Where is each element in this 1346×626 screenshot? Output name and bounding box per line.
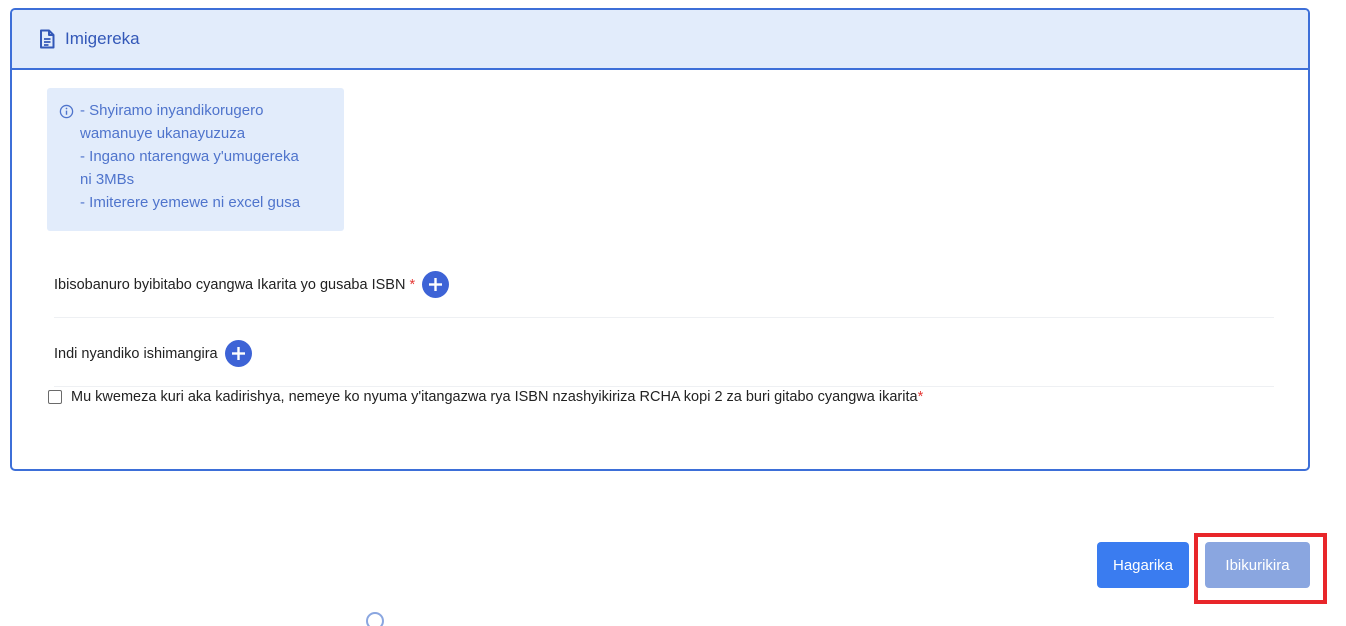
divider xyxy=(54,317,1274,318)
info-line: - Ingano ntarengwa y'umugereka xyxy=(80,148,299,165)
card-title: Imigereka xyxy=(65,29,140,48)
add-isbn-file-button[interactable] xyxy=(422,271,450,298)
info-circle-icon xyxy=(59,103,75,119)
required-mark: * xyxy=(409,276,416,293)
isbn-request-field: Ibisobanuro byibitabo cyangwa Ikarita yo… xyxy=(54,271,450,298)
confirmation-checkbox[interactable] xyxy=(48,390,62,404)
isbn-request-label: Ibisobanuro byibitabo cyangwa Ikarita yo… xyxy=(54,276,406,293)
info-line: wamanuye ukanayuzuza xyxy=(80,125,246,142)
supporting-document-label: Indi nyandiko ishimangira xyxy=(54,345,218,362)
info-box: - Shyiramo inyandikorugero wamanuye ukan… xyxy=(47,88,344,231)
document-icon xyxy=(38,29,56,49)
partial-circle xyxy=(366,612,384,626)
confirmation-row: Mu kwemeza kuri aka kadirishya, nemeye k… xyxy=(48,389,923,405)
card-header: Imigereka xyxy=(12,10,1308,70)
info-line: ni 3MBs xyxy=(80,171,135,188)
plus-icon xyxy=(429,278,443,291)
info-line: - Shyiramo inyandikorugero xyxy=(80,102,264,119)
highlight-box xyxy=(1194,533,1327,604)
add-supporting-document-button[interactable] xyxy=(224,340,252,367)
cancel-button[interactable]: Hagarika xyxy=(1097,542,1189,588)
attachments-card: Imigereka - Shyiramo inyandikorugero wam… xyxy=(10,8,1310,471)
required-mark: * xyxy=(917,389,924,405)
confirmation-label: Mu kwemeza kuri aka kadirishya, nemeye k… xyxy=(71,389,918,405)
plus-icon xyxy=(231,347,245,360)
info-line: - Imiterere yemewe ni excel gusa xyxy=(80,194,301,211)
divider xyxy=(54,386,1274,387)
supporting-document-field: Indi nyandiko ishimangira xyxy=(54,340,252,367)
